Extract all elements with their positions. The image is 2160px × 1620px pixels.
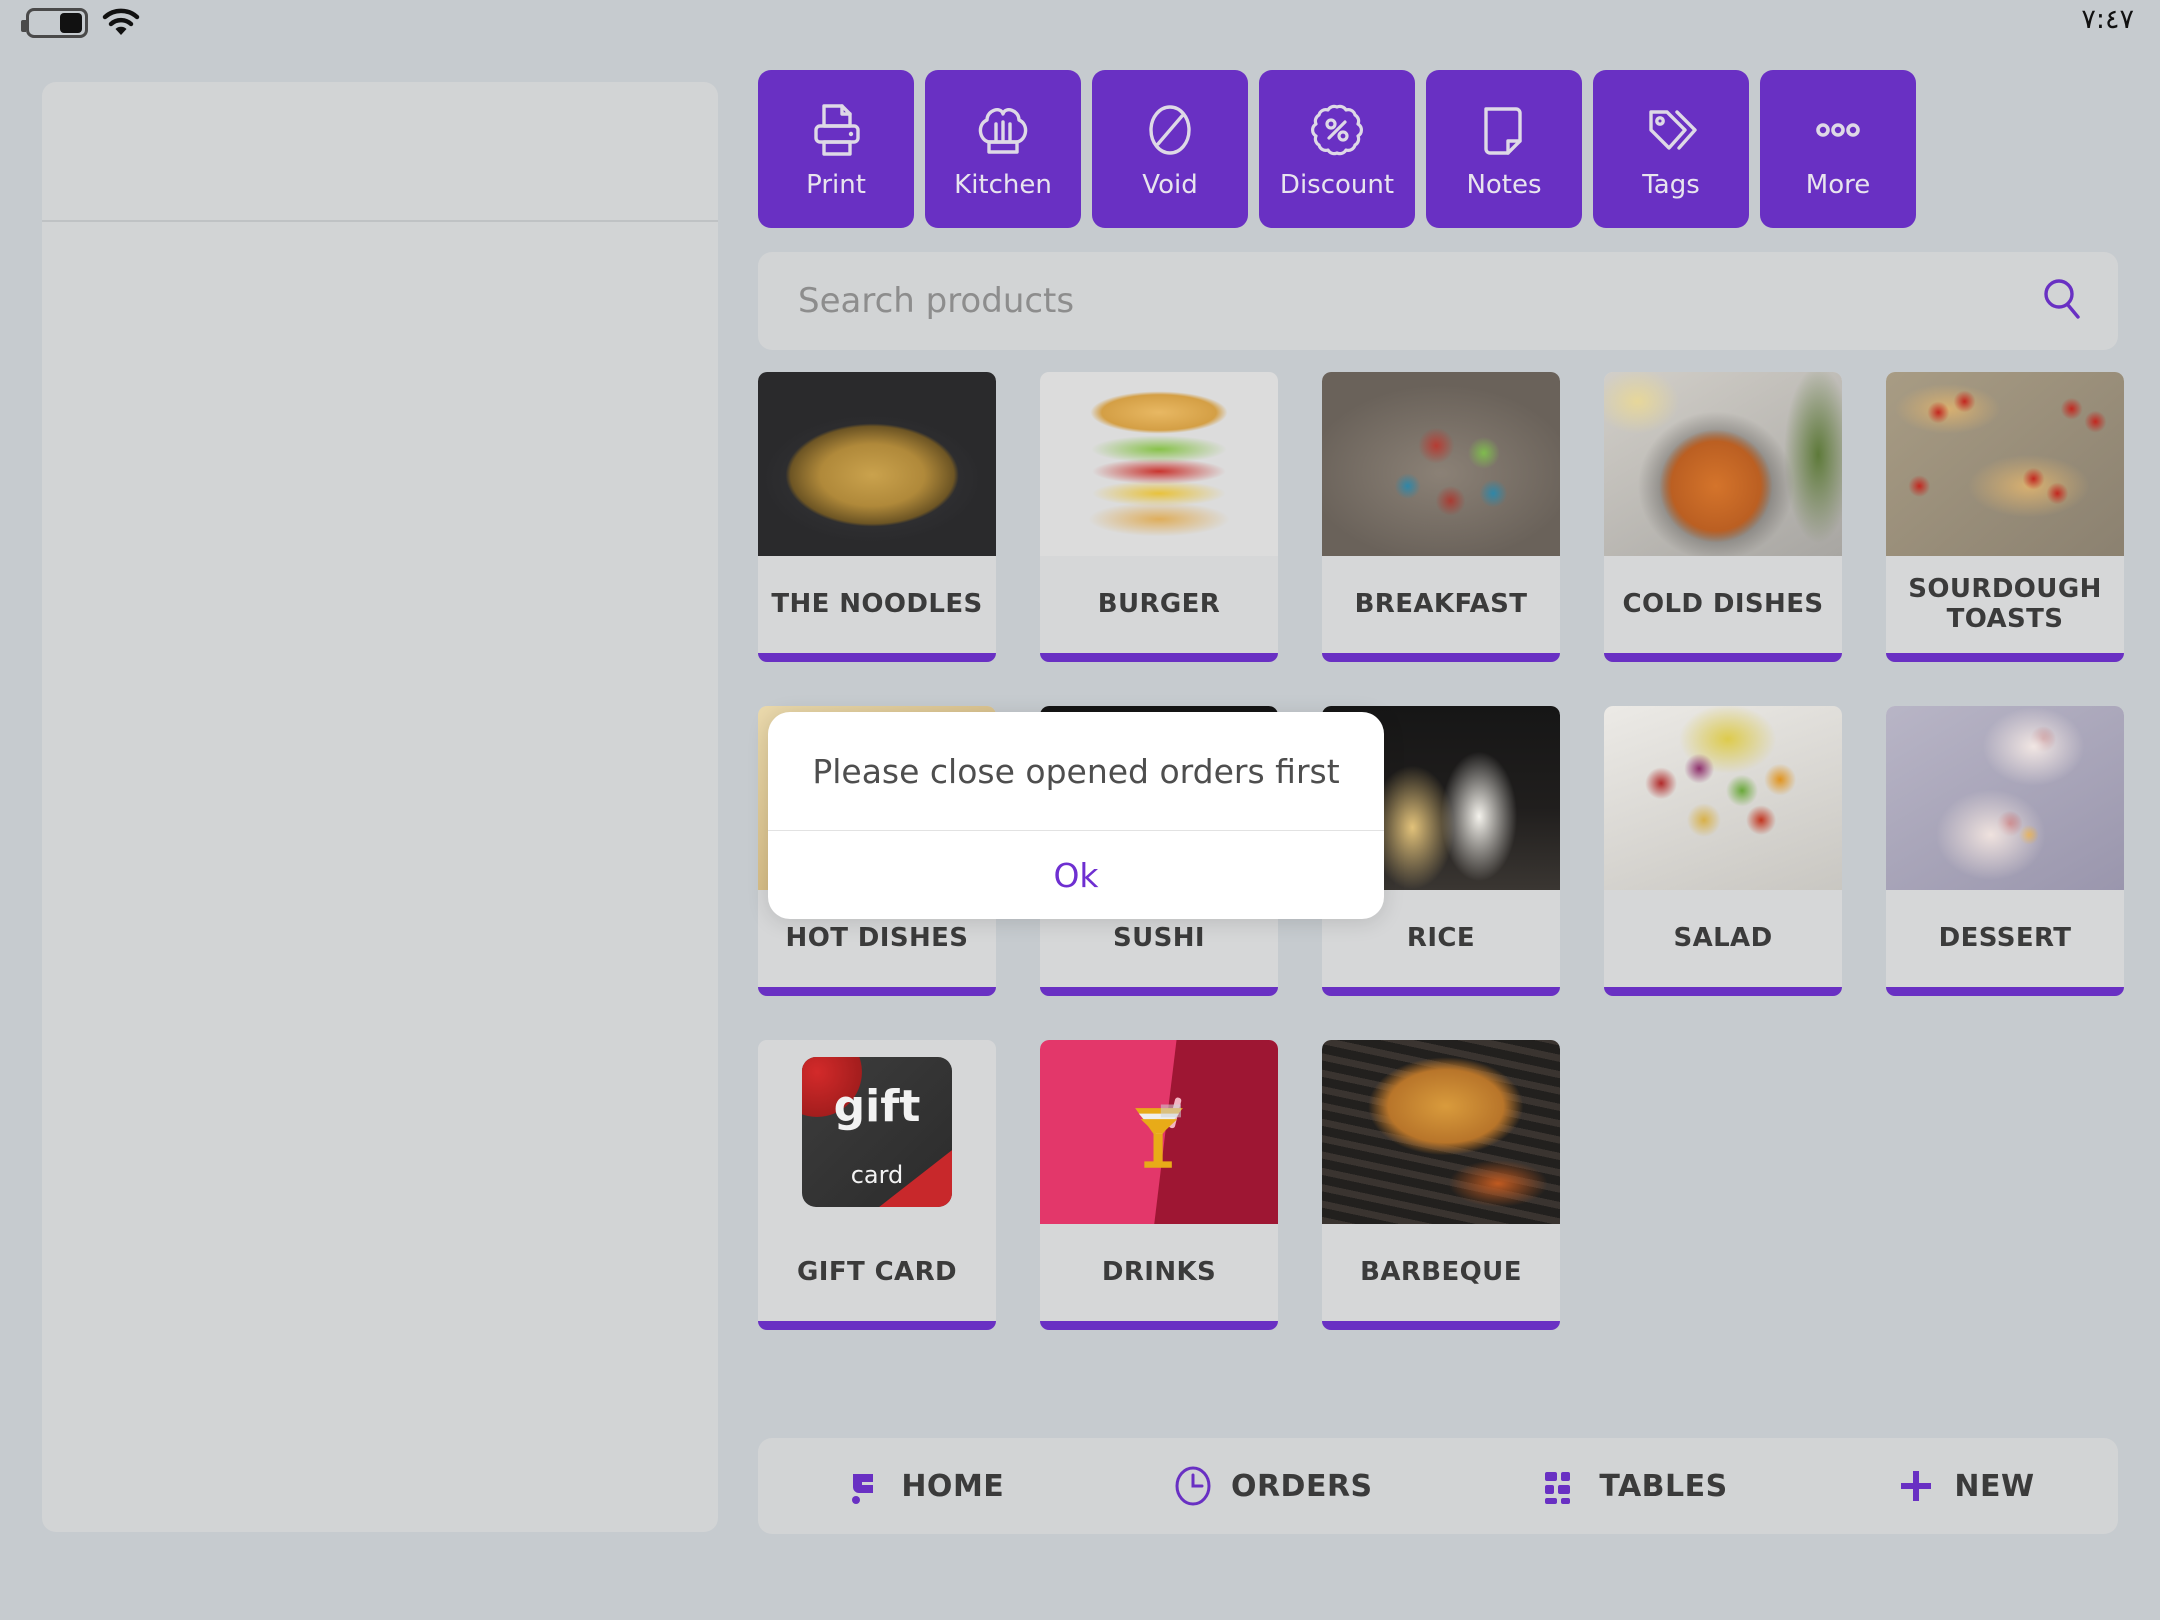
modal-overlay: Please close opened orders first Ok [0,0,2160,1620]
alert-message: Please close opened orders first [812,751,1340,791]
alert-ok-button[interactable]: Ok [768,831,1384,919]
alert-dialog: Please close opened orders first Ok [768,712,1384,919]
